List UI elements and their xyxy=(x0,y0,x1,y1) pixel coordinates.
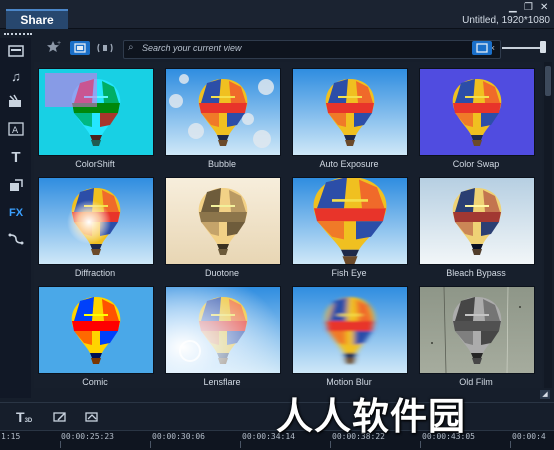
motion-path-icon[interactable] xyxy=(7,232,25,248)
search-box[interactable]: ⌕ Search your current view × xyxy=(123,40,501,59)
ruler-tick xyxy=(510,441,511,448)
filter-thumbnail-bleach-bypass[interactable] xyxy=(419,177,535,265)
title-template-icon[interactable]: A xyxy=(7,122,25,138)
project-info: Untitled, 1920*1080 xyxy=(462,15,550,26)
filter-thumbnail-motion-blur[interactable] xyxy=(292,286,408,374)
filter-label: Diffraction xyxy=(74,268,116,278)
timecode: 00:00:25:23 xyxy=(61,432,114,441)
filter-thumbnail-old-film[interactable] xyxy=(419,286,535,374)
filter-label: Auto Exposure xyxy=(319,159,379,169)
edit-clip-icon[interactable] xyxy=(53,411,67,426)
filter-label: Bubble xyxy=(207,159,237,169)
filter-thumbnail-color-swap[interactable] xyxy=(419,68,535,156)
expand-corner-icon[interactable]: ◢ xyxy=(540,390,550,399)
filter-label: Lensflare xyxy=(203,377,241,387)
show-audio-filters-button[interactable] xyxy=(95,41,115,55)
edit-overlay-icon[interactable] xyxy=(85,411,99,426)
timecode: 00:00:30:06 xyxy=(152,432,205,441)
fx-filter-icon[interactable]: FX xyxy=(7,205,25,221)
filter-label: Fish Eye xyxy=(331,268,367,278)
grid-scrollbar-thumb[interactable] xyxy=(545,66,551,96)
site-watermark: 人人软件园 xyxy=(276,395,466,438)
svg-text:+: + xyxy=(57,40,61,47)
filter-thumbnail-comic[interactable] xyxy=(38,286,154,374)
media-library-icon[interactable] xyxy=(7,44,25,60)
filter-thumbnail-duotone[interactable] xyxy=(165,177,281,265)
title-icon[interactable]: T xyxy=(7,150,25,166)
search-icon: ⌕ xyxy=(128,42,134,53)
drag-handle[interactable] xyxy=(4,33,32,35)
filter-thumbnail-lensflare[interactable] xyxy=(165,286,281,374)
svg-text:A: A xyxy=(12,126,19,136)
show-video-filters-button[interactable] xyxy=(70,41,90,55)
ruler-tick xyxy=(240,441,241,448)
timecode: 00:00:4 xyxy=(512,432,546,441)
grid-scrollbar[interactable] xyxy=(544,62,552,388)
favorite-add-icon[interactable]: + xyxy=(46,39,62,53)
transition-icon[interactable] xyxy=(7,178,25,194)
slider-thumb[interactable] xyxy=(540,41,546,53)
restore-button[interactable]: ❐ xyxy=(524,2,533,13)
filter-label: ColorShift xyxy=(75,159,115,169)
filter-label: Color Swap xyxy=(452,159,500,169)
title-bar: Share ▁ ❐ ✕ Untitled, 1920*1080 xyxy=(0,0,554,29)
search-placeholder: Search your current view xyxy=(142,43,242,53)
close-button[interactable]: ✕ xyxy=(540,2,548,13)
filter-thumbnail-auto-exposure[interactable] xyxy=(292,68,408,156)
title-3d-icon-sub: 3D xyxy=(24,418,33,424)
tab-share[interactable]: Share xyxy=(6,9,68,29)
title-3d-icon-letter: T xyxy=(16,409,25,425)
filter-grid: ColorShift Bubble Auto Exposure Color Sw… xyxy=(34,62,542,388)
instant-project-icon[interactable] xyxy=(7,94,25,110)
filter-label: Duotone xyxy=(204,268,240,278)
thumbnail-size-slider[interactable] xyxy=(502,47,542,49)
title-3d-icon[interactable]: T3D xyxy=(16,409,32,425)
filter-thumbnail-bubble[interactable] xyxy=(165,68,281,156)
audio-icon[interactable]: ♫ xyxy=(7,69,25,85)
filter-label: Bleach Bypass xyxy=(446,268,506,278)
filter-thumbnail-diffraction[interactable] xyxy=(38,177,154,265)
minimize-button[interactable]: ▁ xyxy=(509,2,517,13)
ruler-tick xyxy=(60,441,61,448)
ruler-tick xyxy=(420,441,421,448)
ruler-tick xyxy=(150,441,151,448)
ruler-tick xyxy=(330,441,331,448)
view-options-button[interactable] xyxy=(472,41,492,55)
library-toolbar: + ⌕ Search your current view × xyxy=(34,38,554,60)
library-sidebar: ♫ A T FX xyxy=(0,38,31,398)
timecode: 1:15 xyxy=(1,432,21,441)
filter-thumbnail-fish-eye[interactable] xyxy=(292,177,408,265)
filter-thumbnail-colorshift[interactable] xyxy=(38,68,154,156)
filter-label: Comic xyxy=(82,377,108,387)
